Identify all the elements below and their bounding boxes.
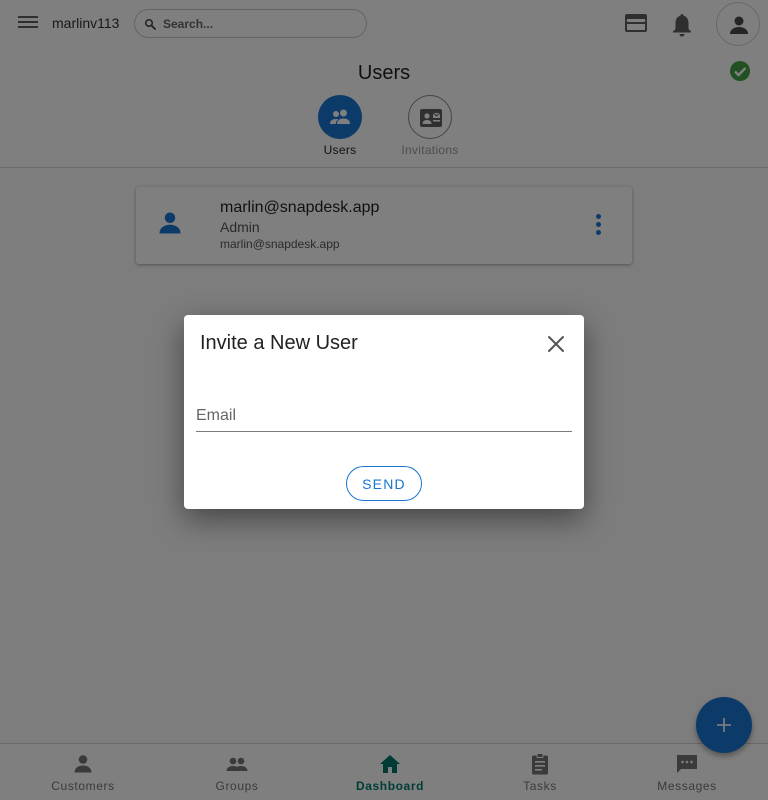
dialog-title: Invite a New User (200, 332, 358, 354)
email-field[interactable] (196, 400, 572, 432)
send-button[interactable]: SEND (346, 466, 422, 501)
close-icon[interactable] (544, 332, 568, 356)
invite-user-dialog: Invite a New User SEND (184, 315, 584, 509)
